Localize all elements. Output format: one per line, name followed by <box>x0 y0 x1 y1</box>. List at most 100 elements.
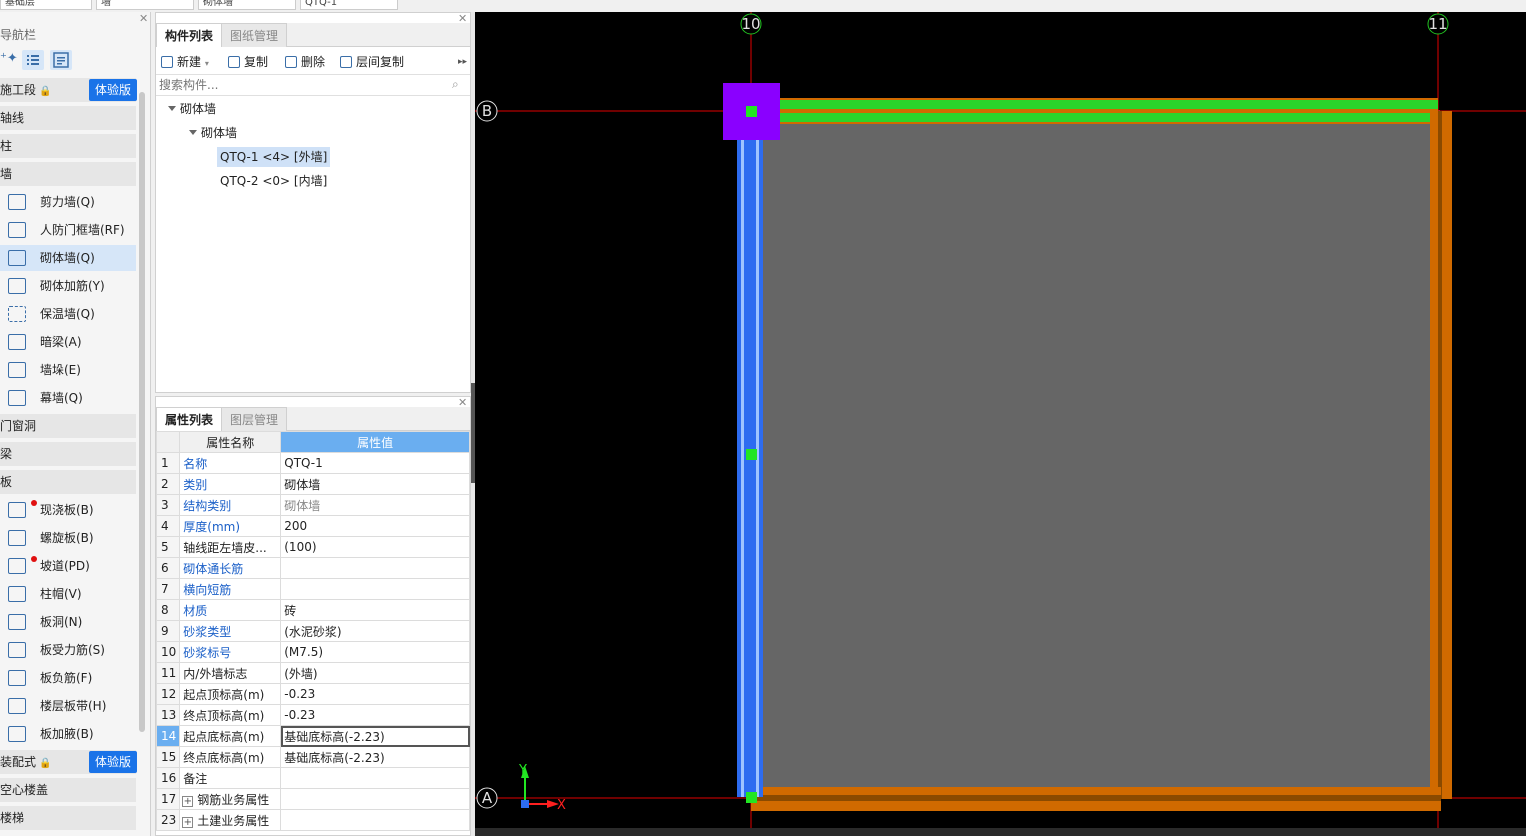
frame-wall-icon <box>8 222 26 238</box>
wall-top-inner[interactable] <box>780 113 1438 122</box>
wall-bottom-core <box>751 795 1441 801</box>
table-row[interactable]: 4 厚度(mm) 200 <box>156 515 470 537</box>
table-row-selected[interactable]: 14 起点底标高(m) 基础底标高(-2.23) <box>156 725 470 747</box>
nav-cat-slab[interactable]: 板 <box>0 470 136 494</box>
nav-cat-column[interactable]: 柱 <box>0 134 136 158</box>
search-input[interactable] <box>156 76 436 94</box>
cast-slab-icon <box>8 502 26 518</box>
delete-button[interactable]: 删除 <box>285 53 325 71</box>
component-select[interactable]: QTQ-1 <box>300 0 398 10</box>
table-row[interactable]: 12 起点顶标高(m) -0.23 <box>156 683 470 705</box>
table-row[interactable]: 3 结构类别 砌体墙 <box>156 494 470 516</box>
nav-item-spiral-slab[interactable]: 螺旋板(B) <box>0 525 136 551</box>
tab-layer-manager[interactable]: 图层管理 <box>221 407 288 431</box>
new-dot <box>31 500 37 506</box>
nav-item-civil-defense-wall[interactable]: 人防门框墙(RF) <box>0 217 136 243</box>
wall-pier-icon <box>8 362 26 378</box>
collapse-icon <box>168 106 176 111</box>
floor-select[interactable]: 基础层 <box>0 0 92 10</box>
slab-strip-icon <box>8 698 26 714</box>
nav-cat-hollow-floor[interactable]: 空心楼盖 <box>0 778 136 802</box>
tab-component-list[interactable]: 构件列表 <box>156 23 223 47</box>
wall-top[interactable] <box>780 100 1438 109</box>
floor-copy-icon <box>340 56 352 68</box>
table-row[interactable]: 23 + 土建业务属性 <box>156 809 470 831</box>
slab-area[interactable] <box>760 110 1440 800</box>
table-row[interactable]: 7 横向短筋 <box>156 578 470 600</box>
table-row[interactable]: 13 终点顶标高(m) -0.23 <box>156 704 470 726</box>
nav-item-wall-pier[interactable]: 墙垛(E) <box>0 357 136 383</box>
nav-item-insulation-wall[interactable]: 保温墙(Q) <box>0 301 136 327</box>
tree-child[interactable]: 砌体墙 <box>189 123 237 143</box>
nav-item-column-cap[interactable]: 柱帽(V) <box>0 581 136 607</box>
y-axis-label: Y <box>518 763 527 778</box>
trial-badge[interactable]: 体验版 <box>89 751 137 773</box>
grip-point-end[interactable] <box>746 792 757 803</box>
grip-point-mid[interactable] <box>746 449 757 460</box>
more-icon[interactable]: ▸▸ <box>458 53 467 71</box>
expand-icon[interactable]: + <box>182 816 194 828</box>
type-select[interactable]: 墙 <box>96 0 194 10</box>
lock-icon: 🔒 <box>36 86 52 97</box>
close-icon[interactable]: ✕ <box>139 12 148 25</box>
nav-item-ramp[interactable]: 坡道(PD) <box>0 553 136 579</box>
nav-cat-wall[interactable]: 墙 <box>0 162 136 186</box>
copy-button[interactable]: 复制 <box>228 53 268 71</box>
expand-icon[interactable]: + <box>182 795 194 807</box>
nav-scrollbar[interactable] <box>139 92 145 732</box>
floor-copy-button[interactable]: 层间复制 <box>340 53 404 71</box>
nav-cat-axis[interactable]: 轴线 <box>0 106 136 130</box>
nav-item-slab-neg-rebar[interactable]: 板负筋(F) <box>0 665 136 691</box>
nav-item-slab-strip[interactable]: 楼层板带(H) <box>0 693 136 719</box>
properties-tabs: 属性列表 图层管理 <box>156 407 470 431</box>
insulation-wall-icon <box>8 306 26 322</box>
nav-item-hidden-beam[interactable]: 暗梁(A) <box>0 329 136 355</box>
table-row[interactable]: 1 名称 QTQ-1 <box>156 452 470 474</box>
nav-item-masonry-wall[interactable]: 砌体墙(Q) <box>0 245 136 271</box>
tree-root[interactable]: 砌体墙 <box>168 99 216 119</box>
subtype-select[interactable]: 砌体墙 <box>198 0 296 10</box>
table-row[interactable]: 8 材质砖 <box>156 599 470 621</box>
trash-icon <box>285 56 297 68</box>
x-axis-label: X <box>557 798 566 813</box>
detail-view-icon[interactable] <box>50 50 72 70</box>
grip-point-start[interactable] <box>746 106 757 117</box>
tree-item-qtq1[interactable]: QTQ-1 <4> [外墙] <box>217 147 331 167</box>
table-row[interactable]: 6 砌体通长筋 <box>156 557 470 579</box>
table-row[interactable]: 16 备注 <box>156 767 470 789</box>
table-row[interactable]: 11 内/外墙标志 (外墙) <box>156 662 470 684</box>
masonry-rebar-icon <box>8 278 26 294</box>
table-row[interactable]: 10 砂浆标号 (M7.5) <box>156 641 470 663</box>
tab-drawing-manager[interactable]: 图纸管理 <box>221 23 288 47</box>
nav-cat-beam[interactable]: 梁 <box>0 442 136 466</box>
trial-badge[interactable]: 体验版 <box>89 79 137 101</box>
edit-cell[interactable]: 基础底标高(-2.23) <box>280 725 470 747</box>
axis-label-11: 11 <box>1428 15 1447 33</box>
drawing-canvas[interactable]: 10 11 B A Y X <box>475 12 1526 828</box>
nav-panel: ✕ 导航栏 ⁺✦ 施工段 🔒 体验版 轴线 柱 墙 剪力墙(Q) 人防门框墙(R… <box>0 12 151 836</box>
nav-item-masonry-rebar[interactable]: 砌体加筋(Y) <box>0 273 136 299</box>
table-row[interactable]: 5 轴线距左墙皮... (100) <box>156 536 470 558</box>
copy-icon <box>228 56 240 68</box>
new-button[interactable]: 新建 ▾ <box>161 53 209 71</box>
tree-item-qtq2[interactable]: QTQ-2 <0> [内墙] <box>220 171 327 191</box>
search-icon[interactable]: ⌕ <box>452 77 459 92</box>
nav-cat-door-window[interactable]: 门窗洞 <box>0 414 136 438</box>
nav-item-shear-wall[interactable]: 剪力墙(Q) <box>0 189 136 215</box>
nav-item-slab-haunch[interactable]: 板加腋(B) <box>0 721 136 747</box>
nav-item-curtain-wall[interactable]: 幕墙(Q) <box>0 385 136 411</box>
table-row[interactable]: 15 终点底标高(m) 基础底标高(-2.23) <box>156 746 470 768</box>
nav-item-slab-main-rebar[interactable]: 板受力筋(S) <box>0 637 136 663</box>
table-row[interactable]: 17 + 钢筋业务属性 <box>156 788 470 810</box>
header-value: 属性值 <box>280 431 470 453</box>
nav-toolbar: ⁺✦ <box>0 50 150 72</box>
add-icon[interactable]: ⁺✦ <box>0 51 18 66</box>
slab-neg-rebar-icon <box>8 670 26 686</box>
table-row[interactable]: 9 砂浆类型 (水泥砂浆) <box>156 620 470 642</box>
nav-item-slab-hole[interactable]: 板洞(N) <box>0 609 136 635</box>
nav-item-cast-slab[interactable]: 现浇板(B) <box>0 497 136 523</box>
list-view-icon[interactable] <box>22 50 44 70</box>
tab-property-list[interactable]: 属性列表 <box>156 407 223 431</box>
nav-cat-stairs[interactable]: 楼梯 <box>0 806 136 830</box>
table-row[interactable]: 2 类别 砌体墙 <box>156 473 470 495</box>
